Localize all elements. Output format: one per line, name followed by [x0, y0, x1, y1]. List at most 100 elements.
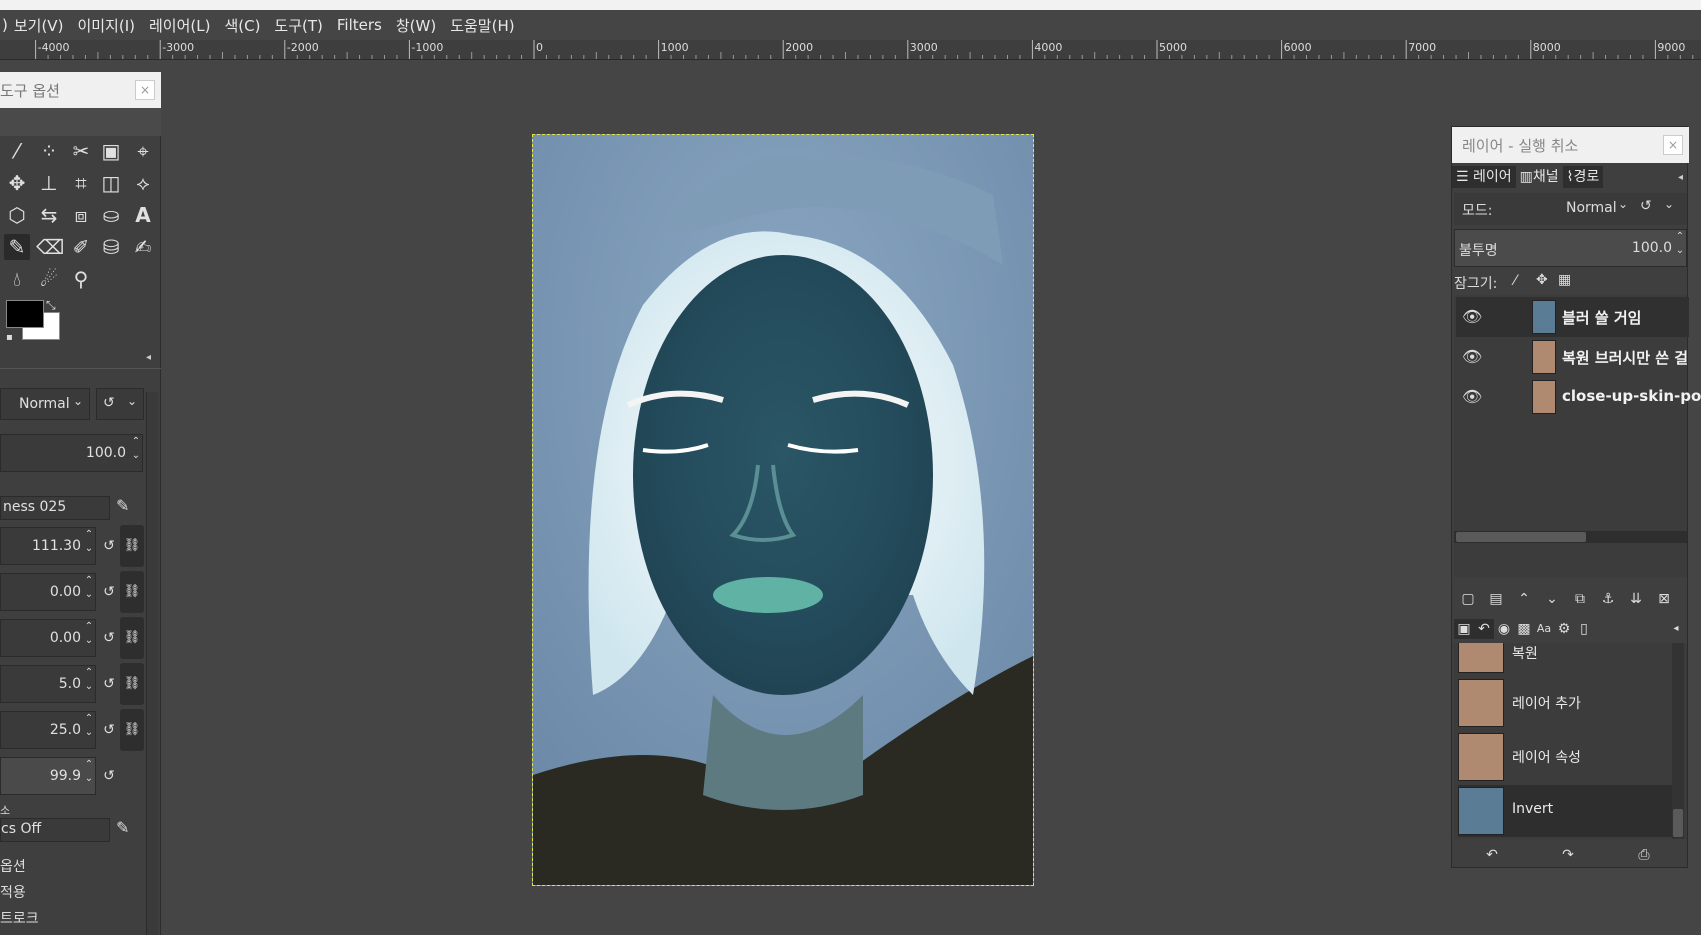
reset-colors-icon[interactable]: ▪ — [6, 332, 13, 343]
link-spacing-icon[interactable]: ⛓ — [120, 663, 144, 705]
horizontal-ruler[interactable]: -4000 -3000 -2000 -1000 0 1000 2000 3000 4000 500… — [0, 40, 1701, 60]
heal-icon[interactable]: ✍ — [130, 234, 156, 260]
tab-patterns-icon[interactable]: ▩ — [1514, 619, 1534, 639]
perspective-icon[interactable]: ⬡ — [4, 202, 30, 228]
text-tool-icon[interactable]: A — [130, 202, 156, 228]
raise-layer-icon[interactable]: ⌃ — [1514, 589, 1534, 609]
menu-layer[interactable]: 레이어(L) — [149, 15, 210, 36]
menu-filters[interactable]: Filters — [337, 16, 382, 34]
spacing-field[interactable]: 5.0 ⌃ ⌄ — [0, 665, 96, 703]
anchor-layer-icon[interactable]: ⚓︎ — [1598, 589, 1618, 609]
hardness-field[interactable]: 25.0 ⌃ ⌄ — [0, 711, 96, 749]
scroll-thumb[interactable] — [1456, 532, 1586, 542]
new-layer-icon[interactable]: ▢ — [1458, 589, 1478, 609]
history-item[interactable]: 레이어 추가 — [1458, 677, 1672, 729]
new-group-icon[interactable]: ▤ — [1486, 589, 1506, 609]
lock-pixels-icon[interactable]: ⁄ — [1514, 273, 1516, 289]
configure-tab-icon[interactable]: ◂ — [1666, 619, 1686, 639]
layer-row[interactable]: 👁︎ 블러 쓸 거임 — [1456, 297, 1689, 337]
tab-documents-icon[interactable]: ▯ — [1574, 619, 1594, 639]
scissors-icon[interactable]: ✂ — [68, 138, 94, 164]
dynamics-options-label[interactable]: 옵션 — [0, 856, 26, 876]
layer-row[interactable]: 👁︎ close-up-skin-pore — [1456, 377, 1701, 417]
chevron-down-icon[interactable]: ⌄ — [1664, 197, 1674, 211]
angle-spin-icon[interactable]: ⌃ ⌄ — [83, 620, 95, 656]
reset-hardness-icon[interactable]: ↺ — [100, 711, 118, 749]
bucket-fill-icon[interactable]: ⛀ — [98, 202, 124, 228]
undo-icon[interactable]: ↶ — [1482, 845, 1502, 865]
align-icon[interactable]: ⊥ — [36, 170, 62, 196]
reset-mode-button[interactable]: ↺ ⌄ — [96, 388, 144, 420]
reset-aspect-icon[interactable]: ↺ — [100, 573, 118, 611]
link-hardness-icon[interactable]: ⛓ — [120, 709, 144, 751]
reset-size-icon[interactable]: ↺ — [100, 527, 118, 565]
history-item[interactable]: 레이어 속성 — [1458, 731, 1672, 783]
layer-opacity-spin-icon[interactable]: ⌃ ⌄ — [1674, 230, 1686, 266]
history-scrollbar[interactable] — [1672, 643, 1684, 839]
close-icon[interactable]: × — [135, 80, 155, 100]
reset-angle-icon[interactable]: ↺ — [100, 619, 118, 657]
smudge-icon[interactable]: ☄ — [36, 266, 62, 292]
lower-layer-icon[interactable]: ⌄ — [1542, 589, 1562, 609]
dodge-burn-icon[interactable]: ⚲ — [68, 266, 94, 292]
flip-icon[interactable]: ⇆ — [36, 202, 62, 228]
dock-scrollbar[interactable] — [146, 392, 158, 935]
opacity-field[interactable]: 100.0 ⌃ ⌄ — [0, 434, 143, 472]
layer-mode-value[interactable]: Normal — [1566, 200, 1617, 216]
brush-name-field[interactable]: ness 025 — [0, 496, 110, 520]
duplicate-layer-icon[interactable]: ⧉ — [1570, 589, 1590, 609]
eraser-icon[interactable]: ⌫ — [36, 234, 64, 260]
link-angle-icon[interactable]: ⛓ — [120, 617, 144, 659]
close-icon[interactable]: × — [1663, 135, 1683, 155]
configure-tab-icon[interactable]: ◂ — [1678, 172, 1683, 183]
visibility-eye-icon[interactable]: 👁︎ — [1462, 387, 1482, 407]
aspect-ratio-field[interactable]: 0.00 ⌃ ⌄ — [0, 573, 96, 611]
visibility-eye-icon[interactable]: 👁︎ — [1462, 347, 1482, 367]
foreground-select-icon[interactable]: ▣ — [98, 138, 124, 164]
cage-transform-icon[interactable]: ⧈ — [68, 202, 94, 228]
tab-undo-history-icon[interactable]: ↶ — [1474, 619, 1494, 639]
clear-history-icon[interactable]: ⎙ — [1634, 845, 1654, 865]
tab-brushes-icon[interactable]: ◉ — [1494, 619, 1514, 639]
tab-images-icon[interactable]: ▣ — [1454, 619, 1474, 639]
lock-alpha-icon[interactable]: ▦ — [1558, 272, 1571, 288]
history-item[interactable]: Invert — [1458, 785, 1672, 837]
dynamics-field[interactable]: cs Off — [0, 818, 110, 842]
lock-position-icon[interactable]: ✥ — [1536, 272, 1548, 288]
aspect-spin-icon[interactable]: ⌃ ⌄ — [83, 574, 95, 610]
swap-colors-icon[interactable]: ⤡ — [46, 298, 56, 313]
menu-colors[interactable]: 색(C) — [224, 15, 260, 36]
opacity-spin-icon[interactable]: ⌃ ⌄ — [130, 435, 142, 471]
force-spin-icon[interactable]: ⌃ ⌄ — [83, 758, 95, 794]
tab-layers[interactable]: ☰ 레이어 — [1452, 166, 1516, 188]
merge-layer-icon[interactable]: ⇊ — [1626, 589, 1646, 609]
tab-paths[interactable]: ⌇경로 — [1562, 166, 1604, 188]
paintbrush-icon[interactable]: ✎ — [4, 234, 30, 260]
layer-row[interactable]: 👁︎ 복원 브러시만 쓴 걸 — [1456, 337, 1689, 377]
size-spin-icon[interactable]: ⌃ ⌄ — [83, 528, 95, 564]
link-aspect-icon[interactable]: ⛓ — [120, 571, 144, 613]
redo-icon[interactable]: ↷ — [1558, 845, 1578, 865]
scroll-thumb[interactable] — [1673, 809, 1683, 837]
tab-dynamics-icon[interactable]: ⚙ — [1554, 619, 1574, 639]
angle-field[interactable]: 0.00 ⌃ ⌄ — [0, 619, 96, 657]
foreground-color-swatch[interactable] — [6, 300, 44, 328]
edit-brush-icon[interactable]: ✎ — [116, 496, 129, 515]
crop-icon[interactable]: ⌗ — [68, 170, 94, 196]
fuzzy-select-icon[interactable]: ⁄ — [4, 138, 30, 164]
apply-jitter-label[interactable]: 적용 — [0, 882, 26, 902]
menu-tools[interactable]: 도구(T) — [274, 15, 322, 36]
edit-dynamics-icon[interactable]: ✎ — [116, 818, 129, 837]
reset-force-icon[interactable]: ↺ — [100, 757, 118, 795]
unified-transform-icon[interactable]: ◫ — [98, 170, 124, 196]
spacing-spin-icon[interactable]: ⌃ ⌄ — [83, 666, 95, 702]
menu-windows[interactable]: 창(W) — [396, 15, 436, 36]
paths-icon[interactable]: ⌖ — [130, 138, 156, 164]
smooth-stroke-label[interactable]: 트로크 — [0, 908, 39, 928]
size-field[interactable]: 111.30 ⌃ ⌄ — [0, 527, 96, 565]
airbrush-icon[interactable]: ✐ — [68, 234, 94, 260]
hardness-spin-icon[interactable]: ⌃ ⌄ — [83, 712, 95, 748]
menu-view[interactable]: 보기(V) — [14, 15, 64, 36]
reset-mode-icon[interactable]: ↺ — [1640, 198, 1652, 214]
paint-mode-select[interactable]: Normal ⌄ — [0, 388, 90, 420]
